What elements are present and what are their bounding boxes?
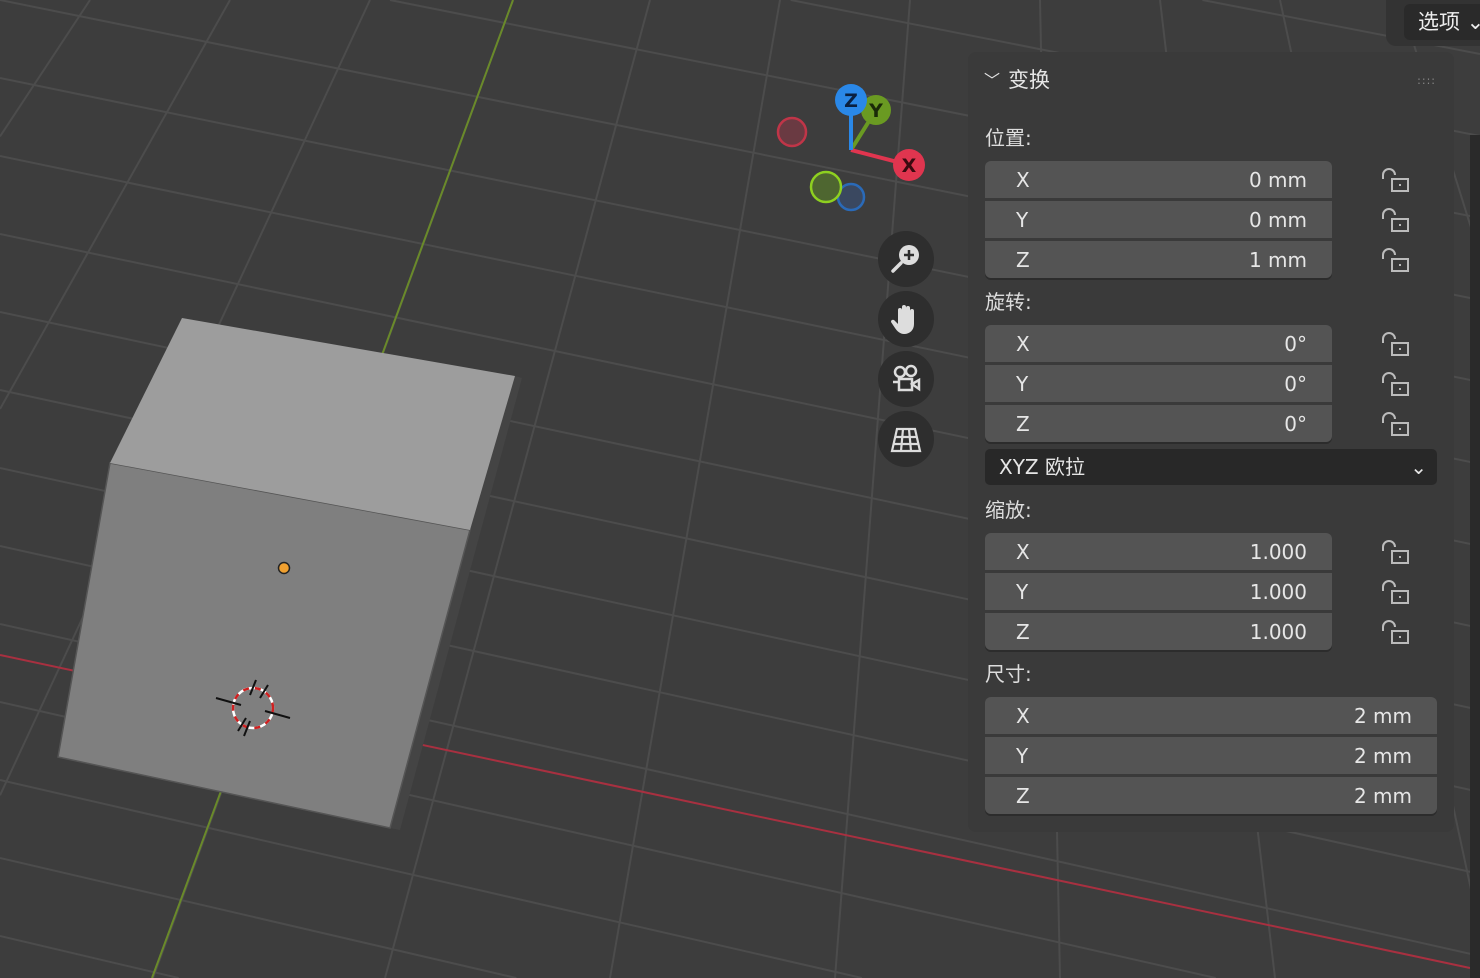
field-value: 0 mm: [1248, 167, 1307, 192]
zoom-button[interactable]: [878, 231, 934, 287]
location-y-field[interactable]: Y 0 mm: [985, 201, 1332, 238]
scale-z-field[interactable]: Z 1.000: [985, 613, 1332, 650]
unlock-icon[interactable]: [1380, 247, 1410, 273]
panel-title: 变换: [1008, 68, 1051, 92]
camera-view-button[interactable]: [878, 351, 934, 407]
unlock-icon[interactable]: [1380, 539, 1410, 565]
field-value: 1.000: [1249, 619, 1307, 644]
axis-label: X: [1016, 331, 1030, 356]
unlock-icon[interactable]: [1380, 579, 1410, 605]
field-value: 1 mm: [1248, 247, 1307, 272]
axis-label: X: [1016, 167, 1030, 192]
scale-y-field[interactable]: Y 1.000: [985, 573, 1332, 610]
rotation-mode-dropdown[interactable]: XYZ 欧拉 ⌄: [985, 449, 1437, 485]
scale-label: 缩放:: [985, 498, 1032, 522]
field-value: 1.000: [1249, 579, 1307, 604]
grid-line: [0, 857, 517, 978]
rotation-z-field[interactable]: Z 0°: [985, 405, 1332, 442]
dimensions-x-field[interactable]: X 2 mm: [985, 697, 1437, 734]
axis-label: Z: [1016, 247, 1030, 272]
field-value: 2 mm: [1353, 783, 1412, 808]
field-value: 0°: [1284, 371, 1307, 396]
chevron-down-icon: ﹀: [984, 71, 1001, 90]
location-z-field[interactable]: Z 1 mm: [985, 241, 1332, 278]
field-value: 0°: [1284, 411, 1307, 436]
transform-panel: ﹀ 变换 :::: 位置: X 0 mm Y 0 mm Z 1 mm 旋转: X 0° Y 0° Z 0° 缩…: [968, 52, 1454, 832]
unlock-icon[interactable]: [1380, 331, 1410, 357]
grid-line: [0, 935, 179, 978]
rotation-mode-value: XYZ 欧拉: [999, 455, 1085, 479]
chevron-down-icon: ⌄: [1410, 455, 1427, 479]
axis-label: Y: [1016, 207, 1029, 232]
sidebar-tabs-edge[interactable]: [1470, 135, 1480, 978]
axis-label: Y: [1016, 579, 1029, 604]
location-label: 位置:: [985, 126, 1032, 150]
zoom-icon: [891, 245, 919, 273]
rotation-label: 旋转:: [985, 290, 1032, 314]
unlock-icon[interactable]: [1380, 371, 1410, 397]
scale-x-field[interactable]: X 1.000: [985, 533, 1332, 570]
field-value: 2 mm: [1353, 743, 1412, 768]
grid-line: [834, 0, 911, 978]
gizmo-x-label[interactable]: X: [902, 155, 917, 177]
field-value: 0°: [1284, 331, 1307, 356]
axis-label: Z: [1016, 411, 1030, 436]
perspective-toggle-button[interactable]: [878, 411, 934, 467]
gizmo-y-label[interactable]: Y: [868, 100, 883, 122]
field-value: 1.000: [1249, 539, 1307, 564]
unlock-icon[interactable]: [1380, 207, 1410, 233]
pan-button[interactable]: [878, 291, 934, 347]
grid-line: [609, 0, 781, 978]
cube[interactable]: [57, 318, 522, 830]
object-origin: [277, 561, 291, 575]
rotation-x-field[interactable]: X 0°: [985, 325, 1332, 362]
dimensions-label: 尺寸:: [985, 662, 1032, 686]
unlock-icon[interactable]: [1380, 167, 1410, 193]
axis-label: Y: [1016, 743, 1029, 768]
options-area: 选项 ⌄: [1386, 0, 1480, 46]
options-label: 选项: [1418, 10, 1460, 34]
dimensions-y-field[interactable]: Y 2 mm: [985, 737, 1437, 774]
unlock-icon[interactable]: [1380, 411, 1410, 437]
axis-label: Y: [1016, 371, 1029, 396]
hand-icon: [890, 305, 914, 334]
grid-perspective-icon: [890, 427, 922, 453]
rotation-y-field[interactable]: Y 0°: [985, 365, 1332, 402]
axis-label: X: [1016, 703, 1030, 728]
axis-label: X: [1016, 539, 1030, 564]
drag-grip-icon[interactable]: ::::: [1417, 74, 1436, 87]
options-dropdown[interactable]: 选项 ⌄: [1404, 4, 1480, 40]
axis-label: Z: [1016, 783, 1030, 808]
gizmo-z-label[interactable]: Z: [844, 90, 858, 112]
axis-label: Z: [1016, 619, 1030, 644]
grid-line: [0, 0, 91, 138]
field-value: 2 mm: [1353, 703, 1412, 728]
panel-header[interactable]: ﹀ 变换: [984, 64, 1050, 94]
field-value: 0 mm: [1248, 207, 1307, 232]
camera-icon: [893, 364, 921, 392]
unlock-icon[interactable]: [1380, 619, 1410, 645]
dimensions-z-field[interactable]: Z 2 mm: [985, 777, 1437, 814]
location-x-field[interactable]: X 0 mm: [985, 161, 1332, 198]
